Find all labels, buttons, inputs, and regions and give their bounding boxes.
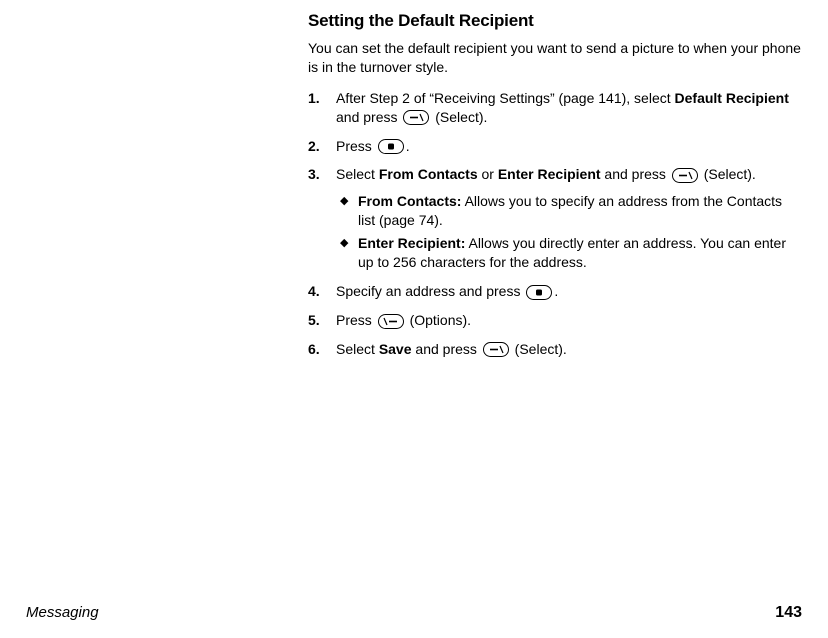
sub-bold: Enter Recipient: bbox=[358, 235, 465, 251]
step-number: 2. bbox=[308, 137, 320, 156]
step-text: and press bbox=[601, 166, 670, 182]
document-page: Setting the Default Recipient You can se… bbox=[0, 0, 828, 638]
step-text: Specify an address and press bbox=[336, 283, 524, 299]
diamond-bullet-icon: ◆ bbox=[340, 194, 348, 209]
step-text: (Select). bbox=[511, 341, 567, 357]
step-text: Press bbox=[336, 312, 376, 328]
step-number: 5. bbox=[308, 311, 320, 330]
step-number: 1. bbox=[308, 89, 320, 108]
step-bold: From Contacts bbox=[379, 166, 478, 182]
step-bold: Default Recipient bbox=[675, 90, 789, 106]
step-text: (Options). bbox=[406, 312, 471, 328]
center-key-icon bbox=[526, 285, 552, 300]
step-text: and press bbox=[336, 109, 401, 125]
softkey-left-icon bbox=[403, 110, 429, 125]
step-text: and press bbox=[412, 341, 481, 357]
step-text: Select bbox=[336, 341, 379, 357]
step-5: 5. Press (Options). bbox=[308, 311, 802, 330]
step-1: 1. After Step 2 of “Receiving Settings” … bbox=[308, 89, 802, 127]
step-6: 6. Select Save and press (Select). bbox=[308, 340, 802, 359]
sub-item: ◆ Enter Recipient: Allows you directly e… bbox=[340, 234, 802, 272]
step-bold: Enter Recipient bbox=[498, 166, 601, 182]
content-column: Setting the Default Recipient You can se… bbox=[308, 10, 802, 359]
step-4: 4. Specify an address and press . bbox=[308, 282, 802, 301]
section-title: Setting the Default Recipient bbox=[308, 10, 802, 33]
footer-category: Messaging bbox=[26, 603, 99, 623]
step-text: . bbox=[406, 138, 410, 154]
steps-list: 1. After Step 2 of “Receiving Settings” … bbox=[308, 89, 802, 359]
sub-bold: From Contacts: bbox=[358, 193, 461, 209]
diamond-bullet-icon: ◆ bbox=[340, 236, 348, 251]
sub-item: ◆ From Contacts: Allows you to specify a… bbox=[340, 192, 802, 230]
sub-list: ◆ From Contacts: Allows you to specify a… bbox=[336, 192, 802, 272]
step-number: 4. bbox=[308, 282, 320, 301]
step-number: 3. bbox=[308, 165, 320, 184]
step-text: Select bbox=[336, 166, 379, 182]
step-bold: Save bbox=[379, 341, 412, 357]
step-text: (Select). bbox=[431, 109, 487, 125]
page-footer: Messaging 143 bbox=[26, 602, 802, 624]
softkey-left-icon bbox=[483, 342, 509, 357]
step-text: Press bbox=[336, 138, 376, 154]
softkey-left-icon bbox=[672, 168, 698, 183]
intro-paragraph: You can set the default recipient you wa… bbox=[308, 39, 802, 77]
step-2: 2. Press . bbox=[308, 137, 802, 156]
center-key-icon bbox=[378, 139, 404, 154]
step-3: 3. Select From Contacts or Enter Recipie… bbox=[308, 165, 802, 271]
step-text: or bbox=[478, 166, 498, 182]
footer-page-number: 143 bbox=[775, 602, 802, 624]
step-text: After Step 2 of “Receiving Settings” (pa… bbox=[336, 90, 675, 106]
softkey-right-icon bbox=[378, 314, 404, 329]
step-number: 6. bbox=[308, 340, 320, 359]
step-text: (Select). bbox=[700, 166, 756, 182]
step-text: . bbox=[554, 283, 558, 299]
